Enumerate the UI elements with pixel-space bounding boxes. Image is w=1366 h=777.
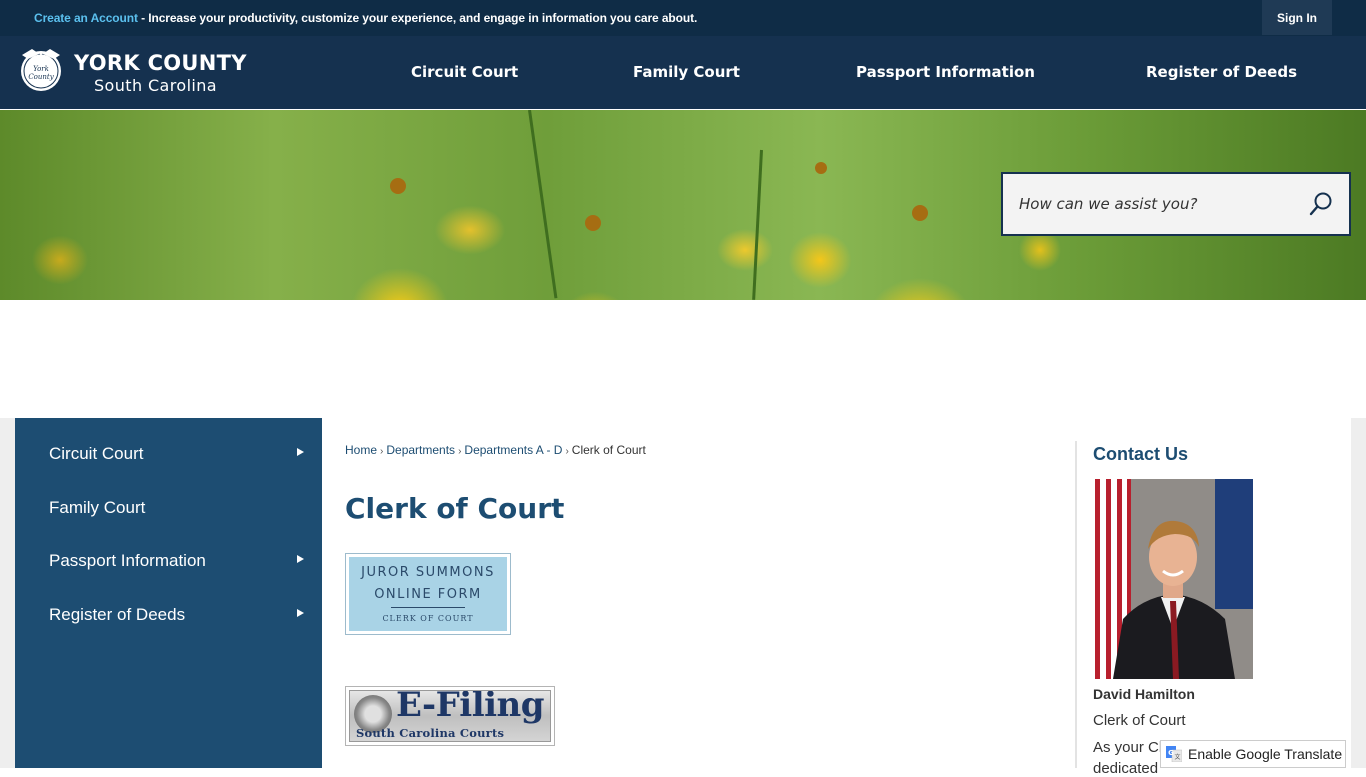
flower-stem bbox=[528, 110, 558, 299]
juror-summons-graphic: JUROR SUMMONS ONLINE FORM CLERK OF COURT bbox=[349, 557, 507, 631]
sidenav-item-label: Passport Information bbox=[49, 551, 206, 570]
efiling-link[interactable]: E-Filing South Carolina Courts bbox=[345, 686, 555, 746]
portrait-image bbox=[1093, 479, 1253, 679]
contact-description: As your Cl bbox=[1093, 739, 1163, 756]
site-logo[interactable]: York County YORK COUNTY South Carolina bbox=[14, 41, 254, 101]
flower-stem bbox=[752, 149, 763, 300]
page-title: Clerk of Court bbox=[345, 492, 565, 525]
contact-role: Clerk of Court bbox=[1093, 712, 1186, 729]
breadcrumb-current: Clerk of Court bbox=[571, 443, 646, 457]
site-search bbox=[1001, 172, 1351, 236]
breadcrumb-departments-a-d[interactable]: Departments A - D bbox=[464, 443, 562, 457]
spacer-band bbox=[0, 300, 1366, 418]
contact-description-continued: dedicated bbox=[1093, 760, 1159, 777]
sidenav-item-label: Register of Deeds bbox=[49, 605, 186, 624]
sidenav-item-label: Family Court bbox=[49, 498, 146, 517]
nav-register-of-deeds[interactable]: Register of Deeds bbox=[1146, 63, 1297, 81]
nav-passport-information[interactable]: Passport Information bbox=[856, 63, 1035, 81]
search-input[interactable] bbox=[1019, 192, 1299, 216]
search-icon[interactable] bbox=[1309, 191, 1333, 217]
svg-text:York: York bbox=[33, 65, 49, 73]
breadcrumb-separator: › bbox=[565, 446, 569, 457]
submenu-arrow-icon[interactable] bbox=[297, 555, 304, 563]
juror-line3: CLERK OF COURT bbox=[382, 614, 474, 623]
right-column-divider bbox=[1075, 441, 1077, 768]
juror-line1: JUROR SUMMONS bbox=[361, 565, 495, 580]
account-promo: Create an Account - Increase your produc… bbox=[34, 11, 697, 25]
sidenav-item-passport-information[interactable]: Passport Information bbox=[15, 535, 322, 585]
google-translate-button[interactable]: G 文 Enable Google Translate bbox=[1160, 740, 1346, 768]
flower-center bbox=[390, 178, 406, 194]
nav-family-court[interactable]: Family Court bbox=[633, 63, 740, 81]
sc-flag bbox=[1215, 479, 1253, 609]
efiling-subtitle: South Carolina Courts bbox=[356, 726, 505, 740]
sidenav-item-register-of-deeds[interactable]: Register of Deeds bbox=[15, 589, 322, 639]
juror-divider bbox=[391, 607, 465, 608]
nav-circuit-court[interactable]: Circuit Court bbox=[411, 63, 518, 81]
breadcrumb: Home › Departments › Departments A - D › Clerk… bbox=[345, 443, 646, 457]
translate-label: Enable Google Translate bbox=[1188, 746, 1343, 762]
create-account-link[interactable]: Create an Account bbox=[34, 11, 138, 25]
clerk-photo bbox=[1093, 479, 1253, 679]
efiling-title: E-Filing bbox=[396, 690, 545, 725]
svg-text:文: 文 bbox=[1174, 753, 1180, 761]
contact-heading: Contact Us bbox=[1093, 444, 1189, 464]
breadcrumb-separator: › bbox=[380, 446, 384, 457]
svg-text:G: G bbox=[1168, 749, 1174, 757]
side-nav: Circuit Court Family Court Passport Info… bbox=[15, 418, 322, 768]
breadcrumb-departments[interactable]: Departments bbox=[386, 443, 455, 457]
google-translate-icon: G 文 bbox=[1166, 746, 1182, 762]
account-promo-text: - Increase your productivity, customize … bbox=[137, 11, 698, 25]
contact-name: David Hamilton bbox=[1093, 686, 1195, 702]
sign-in-button[interactable]: Sign In bbox=[1262, 0, 1332, 35]
sidenav-item-family-court[interactable]: Family Court bbox=[15, 482, 322, 532]
account-bar: Create an Account - Increase your produc… bbox=[0, 0, 1366, 36]
submenu-arrow-icon[interactable] bbox=[297, 448, 304, 456]
sidenav-item-circuit-court[interactable]: Circuit Court bbox=[15, 428, 322, 478]
breadcrumb-home[interactable]: Home bbox=[345, 443, 377, 457]
county-seal-icon: York County bbox=[21, 49, 61, 91]
sidenav-item-label: Circuit Court bbox=[49, 444, 144, 463]
efiling-graphic: E-Filing South Carolina Courts bbox=[349, 690, 551, 742]
logo-title: YORK COUNTY bbox=[74, 51, 247, 75]
svg-text:County: County bbox=[28, 73, 54, 81]
breadcrumb-separator: › bbox=[458, 446, 462, 457]
flower-center bbox=[815, 162, 827, 174]
site-header: York County YORK COUNTY South Carolina C… bbox=[0, 36, 1366, 110]
juror-summons-link[interactable]: JUROR SUMMONS ONLINE FORM CLERK OF COURT bbox=[345, 553, 511, 635]
submenu-arrow-icon[interactable] bbox=[297, 609, 304, 617]
flower-center bbox=[912, 205, 928, 221]
logo-subtitle: South Carolina bbox=[94, 76, 218, 95]
flower-center bbox=[585, 215, 601, 231]
juror-line2: ONLINE FORM bbox=[374, 587, 482, 602]
